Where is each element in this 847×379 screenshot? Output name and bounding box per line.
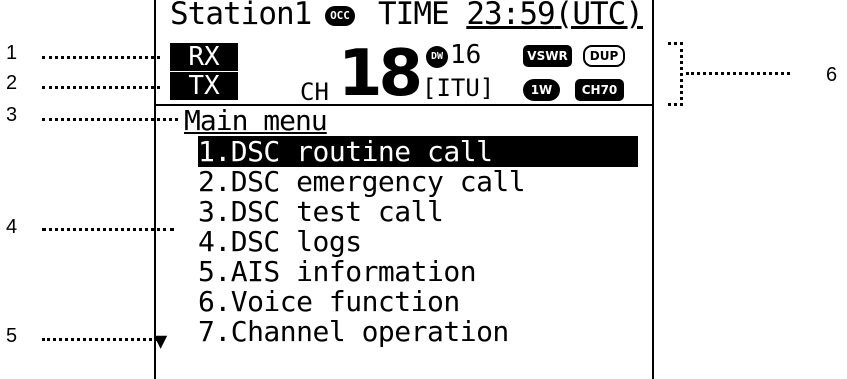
ch70-icon: CH70 xyxy=(575,79,624,101)
callout-6-bracket xyxy=(668,42,683,106)
menu-item-ais-information[interactable]: 5.AIS information xyxy=(198,256,638,287)
channel-group: [ITU] xyxy=(422,74,495,102)
callout-2-leader xyxy=(42,86,160,89)
low-power-icon: 1W xyxy=(523,79,560,101)
callout-3: 3 xyxy=(6,104,18,126)
vswr-icon: VSWR xyxy=(523,45,572,67)
time-display: TIME 23:59(UTC) xyxy=(378,0,644,32)
menu-item-dsc-logs[interactable]: 4.DSC logs xyxy=(198,226,638,257)
tx-indicator: TX xyxy=(170,72,238,100)
callout-1: 1 xyxy=(6,42,18,64)
duplex-icon: DUP xyxy=(583,45,625,67)
menu-item-dsc-routine-call[interactable]: 1.DSC routine call xyxy=(198,136,638,167)
callout-6: 6 xyxy=(826,64,838,86)
channel-label: CH xyxy=(300,78,329,106)
menu-item-voice-function[interactable]: 6.Voice function xyxy=(198,286,638,317)
occ-badge-icon: OCC xyxy=(325,6,355,26)
scroll-down-icon: ▼ xyxy=(154,329,168,354)
station-name: Station1 xyxy=(170,0,312,32)
dual-watch-icon: DW xyxy=(426,46,448,68)
dual-watch-channel: 16 xyxy=(450,40,482,70)
callout-5-leader xyxy=(42,338,158,341)
callout-1-leader xyxy=(42,56,160,59)
time-zone: (UTC) xyxy=(554,0,644,32)
menu-title: Main menu xyxy=(184,104,328,137)
callout-6-leader xyxy=(686,72,790,75)
menu-item-channel-operation[interactable]: 7.Channel operation xyxy=(198,316,638,347)
channel-number: 18 xyxy=(338,37,423,111)
radio-display: Station1 OCC TIME 23:59(UTC) RX TX CH 18… xyxy=(154,0,654,379)
callout-5: 5 xyxy=(6,325,18,347)
rx-indicator: RX xyxy=(170,43,238,71)
callout-4: 4 xyxy=(6,216,18,238)
menu-item-dsc-emergency-call[interactable]: 2.DSC emergency call xyxy=(198,166,638,197)
callout-2: 2 xyxy=(6,72,18,94)
menu-item-dsc-test-call[interactable]: 3.DSC test call xyxy=(198,196,638,227)
time-label: TIME xyxy=(378,0,450,32)
time-value: 23:59 xyxy=(466,0,555,32)
